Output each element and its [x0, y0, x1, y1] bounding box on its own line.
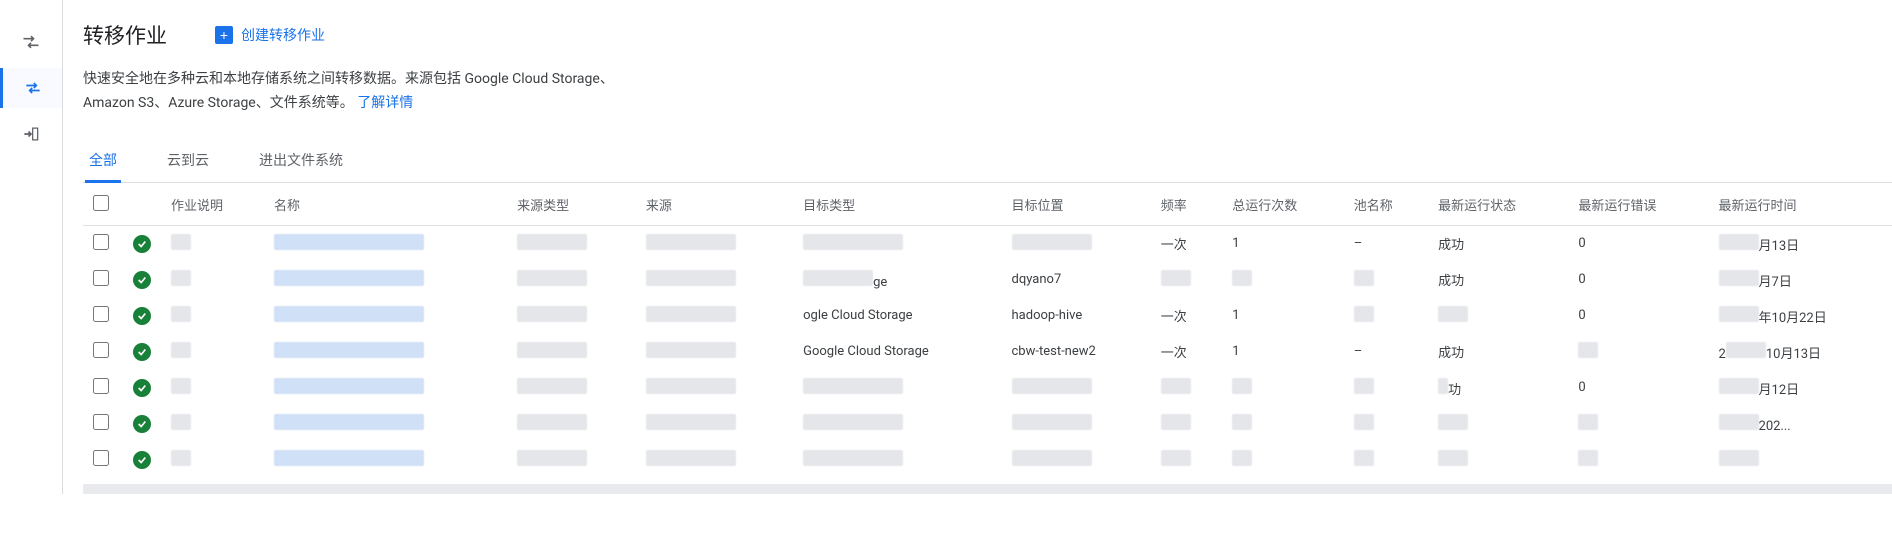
- last-time: 月12日: [1759, 383, 1800, 398]
- row-checkbox[interactable]: [93, 378, 109, 394]
- table-row[interactable]: gedqyano7成功0月7日: [83, 262, 1892, 298]
- col-target-loc: 目标位置: [1002, 185, 1151, 226]
- col-runs: 总运行次数: [1222, 185, 1344, 226]
- create-transfer-job-button[interactable]: + 创建转移作业: [215, 25, 325, 45]
- transfer-jobs-nav[interactable]: [0, 68, 62, 108]
- col-target-type: 目标类型: [793, 185, 1001, 226]
- run-count: 1: [1232, 344, 1239, 359]
- plus-icon: +: [215, 26, 233, 44]
- last-time: 202...: [1759, 419, 1791, 434]
- table-row[interactable]: [83, 442, 1892, 478]
- table-row[interactable]: Google Cloud Storagecbw-test-new2一次1–成功2…: [83, 334, 1892, 370]
- row-checkbox[interactable]: [93, 450, 109, 466]
- success-icon: [133, 415, 151, 433]
- last-time: 月13日: [1759, 239, 1800, 254]
- table-row[interactable]: 202...: [83, 406, 1892, 442]
- col-name: 名称: [264, 185, 507, 226]
- col-last-state: 最新运行状态: [1428, 185, 1568, 226]
- col-source: 来源: [636, 185, 793, 226]
- last-state: 成功: [1438, 274, 1464, 289]
- target-location: hadoop-hive: [1012, 308, 1083, 323]
- tab-all[interactable]: 全部: [85, 140, 121, 183]
- col-freq: 频率: [1151, 185, 1223, 226]
- filter-tabs: 全部 云到云 进出文件系统: [83, 140, 1892, 183]
- frequency: 一次: [1161, 310, 1187, 325]
- last-state: 成功: [1438, 346, 1464, 361]
- row-checkbox[interactable]: [93, 342, 109, 358]
- table-row[interactable]: 一次 1 – 成功 0 月13日: [83, 225, 1892, 262]
- table-row[interactable]: 功0月12日: [83, 370, 1892, 406]
- last-time: 年10月22日: [1759, 311, 1827, 326]
- col-last-error: 最新运行错误: [1568, 185, 1708, 226]
- success-icon: [133, 235, 151, 253]
- tab-cloud-to-cloud[interactable]: 云到云: [163, 140, 213, 183]
- success-icon: [133, 271, 151, 289]
- run-count: 1: [1232, 308, 1239, 323]
- page-description: 快速安全地在多种云和本地存储系统之间转移数据。来源包括 Google Cloud…: [83, 68, 723, 116]
- error-count: 0: [1578, 308, 1585, 323]
- target-location: dqyano7: [1012, 272, 1062, 287]
- transfer-service-icon[interactable]: [0, 22, 62, 62]
- table-row[interactable]: ogle Cloud Storagehadoop-hive一次10年10月22日: [83, 298, 1892, 334]
- row-checkbox[interactable]: [93, 270, 109, 286]
- run-count: 1: [1232, 236, 1239, 251]
- success-icon: [133, 379, 151, 397]
- learn-more-link[interactable]: 了解详情: [357, 95, 413, 111]
- tab-file-system[interactable]: 进出文件系统: [255, 140, 347, 183]
- sidebar: [0, 0, 62, 494]
- agents-nav-icon[interactable]: [0, 114, 62, 154]
- col-source-type: 来源类型: [507, 185, 636, 226]
- last-state: 成功: [1438, 238, 1464, 253]
- col-desc: 作业说明: [161, 185, 264, 226]
- horizontal-scrollbar[interactable]: [83, 484, 1892, 494]
- target-location: cbw-test-new2: [1012, 344, 1096, 359]
- error-count: 0: [1578, 272, 1585, 287]
- main-content: 转移作业 + 创建转移作业 快速安全地在多种云和本地存储系统之间转移数据。来源包…: [62, 0, 1892, 494]
- col-last-time: 最新运行时间: [1709, 185, 1892, 226]
- error-count: 0: [1578, 380, 1585, 395]
- page-title: 转移作业: [83, 20, 167, 50]
- success-icon: [133, 451, 151, 469]
- col-pool: 池名称: [1344, 185, 1428, 226]
- last-time: 月7日: [1759, 275, 1792, 290]
- create-button-label: 创建转移作业: [241, 25, 325, 45]
- transfer-jobs-table: 作业说明 名称 来源类型 来源 目标类型 目标位置 频率 总运行次数 池名称 最…: [83, 185, 1892, 478]
- row-checkbox[interactable]: [93, 234, 109, 250]
- success-icon: [133, 343, 151, 361]
- frequency: 一次: [1161, 346, 1187, 361]
- pool-name: –: [1354, 236, 1363, 251]
- pool-name: –: [1354, 344, 1363, 359]
- error-count: 0: [1578, 236, 1585, 251]
- select-all-checkbox[interactable]: [93, 195, 109, 211]
- row-checkbox[interactable]: [93, 306, 109, 322]
- last-time: 10月13日: [1766, 347, 1821, 362]
- frequency: 一次: [1161, 238, 1187, 253]
- success-icon: [133, 307, 151, 325]
- row-checkbox[interactable]: [93, 414, 109, 430]
